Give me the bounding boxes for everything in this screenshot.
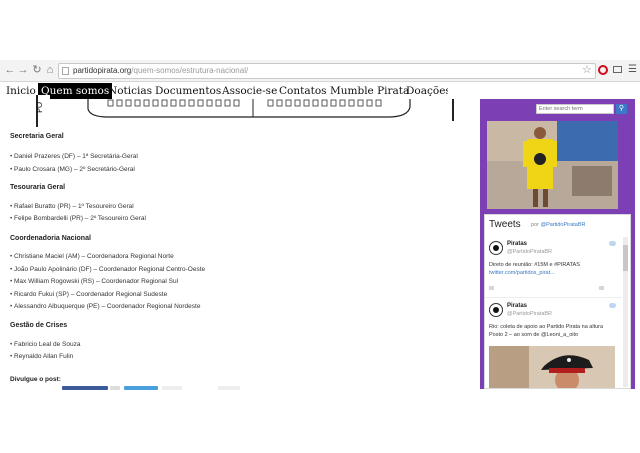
browser-toolbar: ← → ↻ ⌂ partidopirata.org/quem-somos/est…	[0, 60, 640, 82]
pirate-avatar-icon[interactable]	[489, 303, 503, 317]
address-bar[interactable]: partidopirata.org/quem-somos/estrutura-n…	[58, 63, 596, 79]
list-item: Max William Rogowski (RS) – Coordenador …	[10, 278, 178, 285]
url-host: partidopirata.org	[73, 66, 132, 75]
list-item: Fabricio Leal de Souza	[10, 341, 80, 348]
browser-window: ← → ↻ ⌂ partidopirata.org/quem-somos/est…	[0, 0, 640, 453]
nav-noticias[interactable]: Noticias	[105, 83, 155, 99]
list-item: Daniel Prazeres (DF) – 1ª Secretária-Ger…	[10, 153, 138, 160]
tweet-text: Posto 2 – ao som de @Leoni_a_oito	[489, 332, 579, 338]
pirate-avatar-icon[interactable]	[489, 241, 503, 255]
back-icon[interactable]: ←	[4, 64, 16, 76]
search-form: ⚲	[536, 104, 632, 116]
nav-doacoes[interactable]: Doações	[403, 83, 454, 99]
tweets-by-handle[interactable]: @PartidoPirataBR	[540, 222, 585, 228]
list-item: Reynaldo Allan Fulin	[10, 353, 73, 360]
scrollbar-thumb[interactable]	[623, 245, 628, 271]
section-title-secretaria: Secretaria Geral	[10, 133, 64, 140]
bookmark-star-icon[interactable]: ☆	[582, 64, 592, 76]
more-icon[interactable]	[599, 286, 604, 290]
tweet-text: Direto de reunião: #15M e #PIRATAS	[489, 262, 580, 268]
twitter-bird-icon	[609, 241, 616, 246]
twitter-share-button[interactable]	[124, 386, 158, 390]
share-label: Divulgue o post:	[10, 376, 61, 383]
gplus-share-button[interactable]	[162, 386, 182, 390]
list-item: João Paulo Apolinário (DF) – Coordenador…	[10, 266, 205, 273]
reload-icon[interactable]: ↻	[31, 64, 43, 76]
forward-icon[interactable]: →	[17, 64, 29, 76]
tweets-title: Tweets	[489, 219, 521, 230]
vertical-side-tab[interactable]: PO	[35, 95, 50, 127]
nav-right-fill	[448, 82, 640, 99]
nav-mumble-pirata[interactable]: Mumble Pirata	[327, 83, 412, 99]
header-banner-drawing	[28, 99, 458, 121]
search-input[interactable]	[536, 104, 614, 114]
home-icon[interactable]: ⌂	[44, 64, 56, 76]
list-item: Rafael Buratto (PR) – 1º Tesoureiro Gera…	[10, 203, 134, 210]
nav-associe-se[interactable]: Associe-se	[219, 83, 280, 99]
list-item: Christiane Maciel (AM) – Coordenadora Re…	[10, 253, 174, 260]
menu-icon[interactable]: ☰	[628, 65, 637, 75]
tweet-author[interactable]: Piratas	[507, 241, 527, 247]
nav-inicio[interactable]: Inicio	[3, 83, 39, 99]
tweets-widget: Tweets por @PartidoPirataBR Piratas @Par…	[484, 214, 631, 389]
tweet-handle[interactable]: @PartidoPirataBR	[507, 249, 552, 255]
page-icon	[62, 67, 69, 75]
side-tab-label: PO	[35, 101, 44, 113]
search-icon[interactable]: ⚲	[616, 104, 627, 114]
extension-icon[interactable]	[613, 66, 622, 73]
tweet-actions	[489, 286, 617, 291]
tweet-handle[interactable]: @PartidoPirataBR	[507, 311, 552, 317]
tweet-text: Rio: coleta de apoio ao Partido Pirata n…	[489, 324, 604, 330]
opera-icon[interactable]	[598, 65, 608, 75]
nav-documentos[interactable]: Documentos	[152, 83, 224, 99]
share-buttons	[60, 386, 240, 392]
tweet-photo[interactable]	[489, 346, 615, 389]
twitter-bird-icon	[609, 303, 616, 308]
facebook-share-button[interactable]	[62, 386, 108, 390]
section-title-gestao: Gestão de Crises	[10, 322, 68, 329]
nav-contatos[interactable]: Contatos	[276, 83, 330, 99]
share-count-badge	[110, 386, 120, 390]
tweets-by-label: por	[531, 222, 539, 228]
tweets-by: por @PartidoPirataBR	[531, 222, 586, 228]
tweet-author[interactable]: Piratas	[507, 303, 527, 309]
list-item: Alessandro Albuquerque (PE) – Coordenado…	[10, 303, 200, 310]
list-item: Felipe Bombardelli (PR) – 2º Tesoureiro …	[10, 215, 146, 222]
site-nav: Inicio Quem somos Noticias Documentos As…	[0, 82, 451, 99]
section-title-coordenadoria: Coordenadoria Nacional	[10, 235, 91, 242]
sidebar-photo[interactable]	[487, 121, 618, 209]
reply-icon[interactable]	[489, 286, 494, 290]
tweet-link[interactable]: twitter.com/partidos_pirat...	[489, 269, 555, 277]
url-path: /quem-somos/estrutura-nacional/	[131, 66, 249, 75]
section-title-tesouraria: Tesouraria Geral	[10, 184, 66, 191]
list-item: Ricardo Fukui (SP) – Coordenador Regiona…	[10, 291, 167, 298]
list-item: Paulo Crosara (MG) – 2º Secretário-Geral	[10, 166, 135, 173]
more-share-button[interactable]	[218, 386, 240, 390]
tweets-scrollbar[interactable]	[623, 237, 628, 387]
divider	[485, 297, 622, 298]
